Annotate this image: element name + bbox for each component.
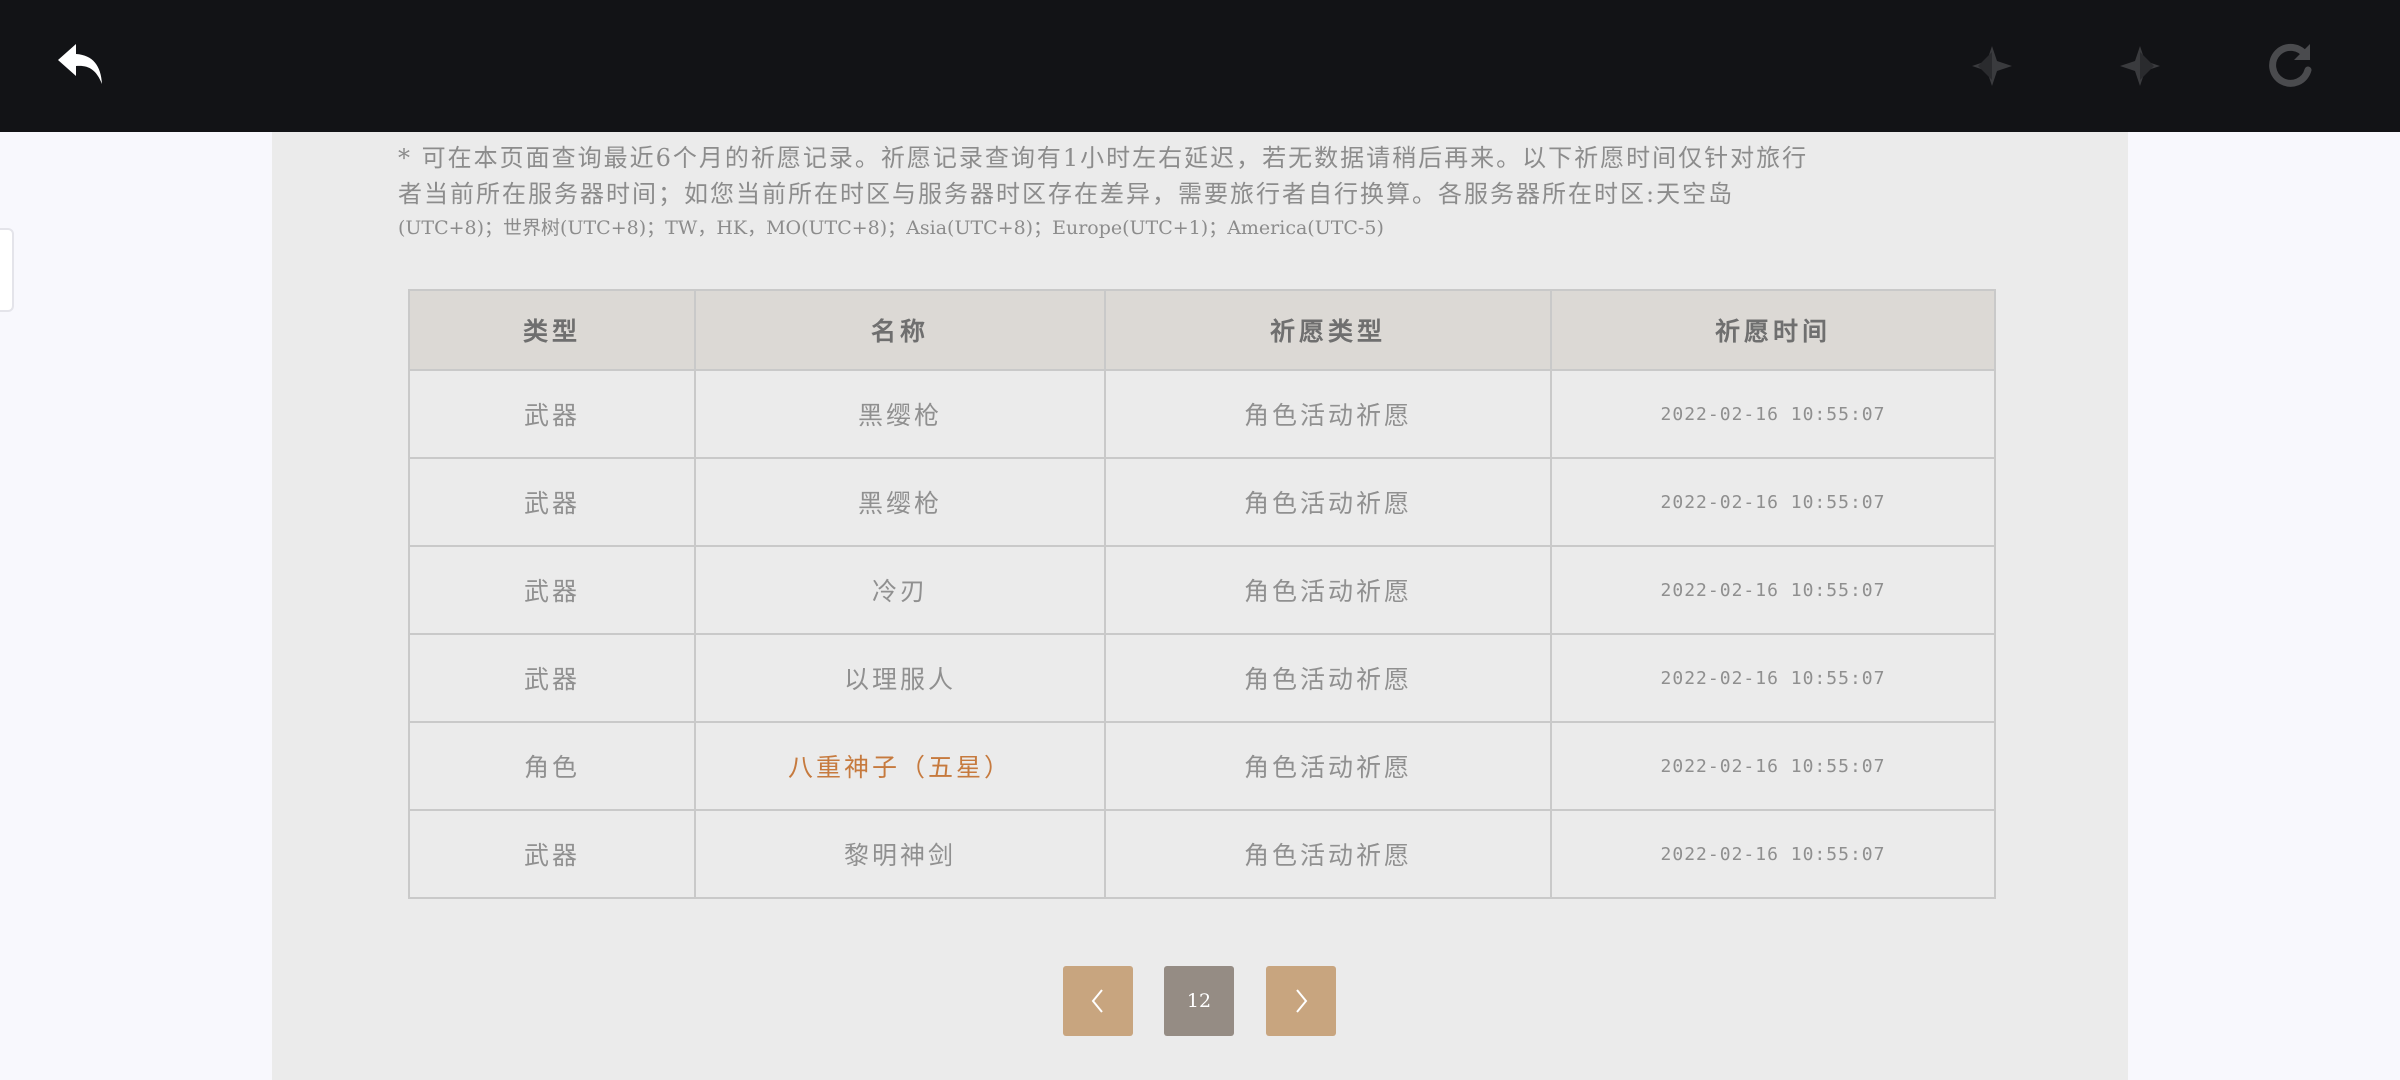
top-toolbar xyxy=(0,0,2400,132)
cell-wish-time: 2022-02-16 10:55:07 xyxy=(1550,721,1996,811)
refresh-icon xyxy=(2269,43,2312,87)
cell-wish-type: 角色活动祈愿 xyxy=(1104,633,1552,723)
cell-wish-time: 2022-02-16 10:55:07 xyxy=(1550,545,1996,635)
diamond-left-icon xyxy=(1972,46,2012,86)
back-arrow-icon xyxy=(58,44,102,84)
header-wish-time: 祈愿时间 xyxy=(1550,289,1996,371)
current-page-indicator: 12 xyxy=(1164,966,1234,1036)
table-row: 武器 冷刃 角色活动祈愿 2022-02-16 10:55:07 xyxy=(408,545,1996,635)
cell-type: 武器 xyxy=(408,633,696,723)
cell-type: 武器 xyxy=(408,369,696,459)
table-row: 角色 八重神子（五星） 角色活动祈愿 2022-02-16 10:55:07 xyxy=(408,721,1996,811)
refresh-button[interactable] xyxy=(2260,36,2320,96)
cell-wish-type: 角色活动祈愿 xyxy=(1104,369,1552,459)
cell-name-five-star: 八重神子（五星） xyxy=(694,721,1106,811)
wish-history-panel: * 可在本页面查询最近6个月的祈愿记录。祈愿记录查询有1小时左右延迟，若无数据请… xyxy=(272,132,2128,1080)
cell-name: 冷刃 xyxy=(694,545,1106,635)
cell-wish-type: 角色活动祈愿 xyxy=(1104,457,1552,547)
cell-type: 角色 xyxy=(408,721,696,811)
side-tab[interactable] xyxy=(0,228,14,312)
cell-wish-time: 2022-02-16 10:55:07 xyxy=(1550,369,1996,459)
cell-type: 武器 xyxy=(408,809,696,899)
chevron-right-icon xyxy=(1296,989,1308,1013)
query-notice: * 可在本页面查询最近6个月的祈愿记录。祈愿记录查询有1小时左右延迟，若无数据请… xyxy=(398,140,2078,244)
cell-type: 武器 xyxy=(408,457,696,547)
notice-line-1: * 可在本页面查询最近6个月的祈愿记录。祈愿记录查询有1小时左右延迟，若无数据请… xyxy=(398,144,1809,172)
cell-wish-type: 角色活动祈愿 xyxy=(1104,721,1552,811)
diamond-right-icon xyxy=(2120,46,2160,86)
notice-line-2: 者当前所在服务器时间；如您当前所在时区与服务器时区存在差异，需要旅行者自行换算。… xyxy=(398,180,1735,208)
table-row: 武器 黑缨枪 角色活动祈愿 2022-02-16 10:55:07 xyxy=(408,369,1996,459)
table-header-row: 类型 名称 祈愿类型 祈愿时间 xyxy=(408,289,1996,371)
wish-record-table: 类型 名称 祈愿类型 祈愿时间 武器 黑缨枪 角色活动祈愿 2022-02-16… xyxy=(408,289,1996,899)
cell-type: 武器 xyxy=(408,545,696,635)
prev-page-button[interactable] xyxy=(1063,966,1133,1036)
cell-wish-type: 角色活动祈愿 xyxy=(1104,545,1552,635)
header-name: 名称 xyxy=(694,289,1106,371)
cell-name: 黑缨枪 xyxy=(694,457,1106,547)
table-row: 武器 黎明神剑 角色活动祈愿 2022-02-16 10:55:07 xyxy=(408,809,1996,899)
header-type: 类型 xyxy=(408,289,696,371)
cell-name: 以理服人 xyxy=(694,633,1106,723)
table-row: 武器 以理服人 角色活动祈愿 2022-02-16 10:55:07 xyxy=(408,633,1996,723)
cell-wish-time: 2022-02-16 10:55:07 xyxy=(1550,809,1996,899)
cell-wish-time: 2022-02-16 10:55:07 xyxy=(1550,633,1996,723)
table-row: 武器 黑缨枪 角色活动祈愿 2022-02-16 10:55:07 xyxy=(408,457,1996,547)
next-record-button[interactable] xyxy=(2110,36,2170,96)
back-button[interactable] xyxy=(52,36,112,96)
header-wish-type: 祈愿类型 xyxy=(1104,289,1552,371)
cell-name: 黎明神剑 xyxy=(694,809,1106,899)
current-page-number: 12 xyxy=(1186,990,1212,1012)
cell-wish-type: 角色活动祈愿 xyxy=(1104,809,1552,899)
prev-record-button[interactable] xyxy=(1962,36,2022,96)
next-page-button[interactable] xyxy=(1266,966,1336,1036)
cell-wish-time: 2022-02-16 10:55:07 xyxy=(1550,457,1996,547)
chevron-left-icon xyxy=(1091,989,1103,1013)
cell-name: 黑缨枪 xyxy=(694,369,1106,459)
notice-line-3: (UTC+8)；世界树(UTC+8)；TW，HK，MO(UTC+8)；Asia(… xyxy=(398,217,1384,239)
